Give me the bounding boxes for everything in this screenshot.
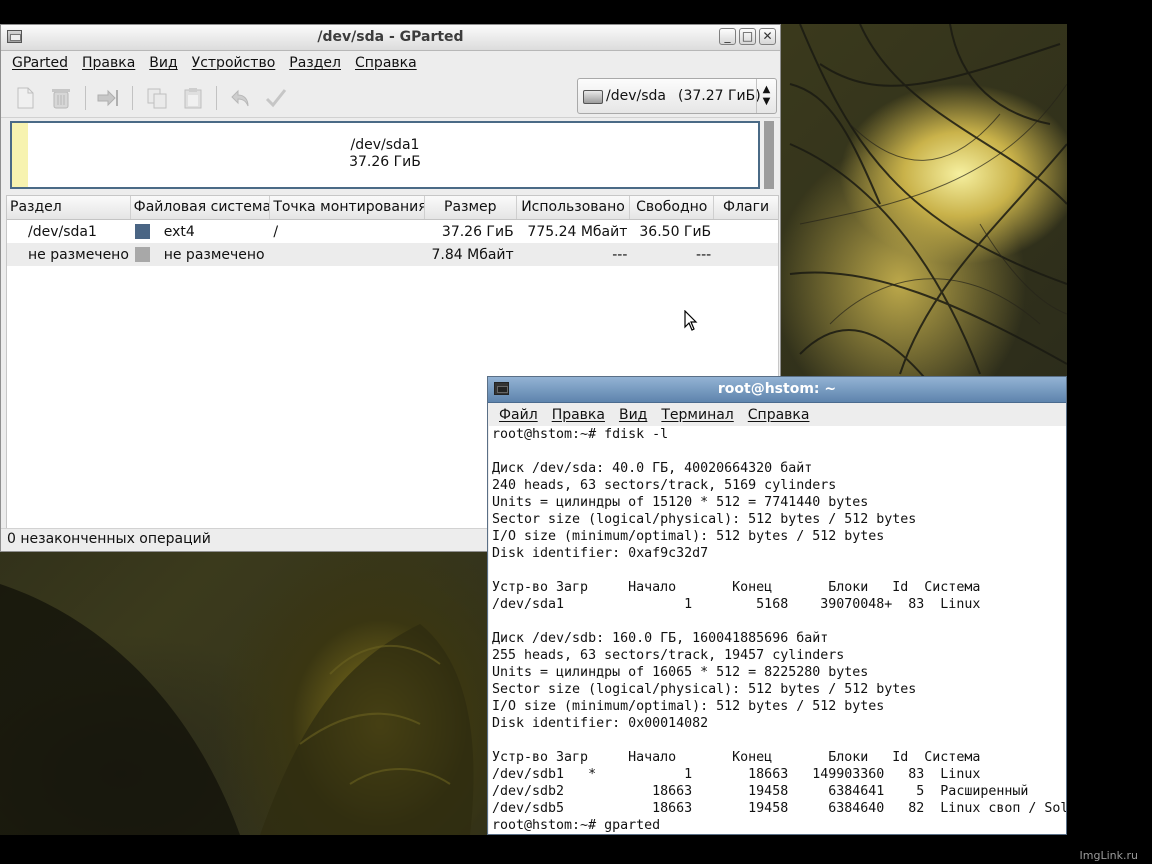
- terminal-line: Диск /dev/sdb: 160.0 ГБ, 160041885696 ба…: [492, 631, 829, 646]
- column-partition[interactable]: Раздел: [7, 196, 131, 219]
- device-selector[interactable]: /dev/sda (37.27 ГиБ) ▲ ▼: [577, 78, 777, 114]
- column-size[interactable]: Размер: [425, 196, 517, 219]
- menu-device[interactable]: Устройство: [192, 55, 276, 71]
- row-used: 775.24 Мбайт: [527, 223, 628, 240]
- toolbar-separator: [216, 86, 217, 110]
- gparted-toolbar: /dev/sda (37.27 ГиБ) ▲ ▼: [1, 75, 780, 118]
- terminal-line: I/O size (minimum/optimal): 512 bytes / …: [492, 529, 885, 544]
- terminal-line: /dev/sdb2 18663 19458 6384641 5 Расширен…: [492, 784, 1029, 799]
- menu-terminal[interactable]: Терминал: [661, 407, 733, 423]
- mouse-pointer-icon: [684, 310, 698, 331]
- menu-file[interactable]: Файл: [499, 407, 538, 423]
- terminal-menubar: Файл Правка Вид Терминал Справка: [488, 403, 1066, 427]
- menu-edit[interactable]: Правка: [82, 55, 135, 71]
- row-mountpoint: /: [273, 223, 279, 240]
- menu-partition[interactable]: Раздел: [289, 55, 341, 71]
- terminal-line: root@hstom:~# fdisk -l: [492, 427, 669, 442]
- watermark: ImgLink.ru: [1079, 849, 1138, 862]
- terminal-output[interactable]: root@hstom:~# fdisk -l Диск /dev/sda: 40…: [489, 426, 1066, 834]
- maximize-button[interactable]: □: [739, 28, 756, 45]
- terminal-line: Units = цилиндры of 15120 * 512 = 774144…: [492, 495, 869, 510]
- filesystem-color-swatch: [134, 223, 150, 239]
- partition-map-name: /dev/sda1: [350, 137, 420, 153]
- column-flags[interactable]: Флаги: [714, 196, 778, 219]
- terminal-line: 240 heads, 63 sectors/track, 5169 cylind…: [492, 478, 837, 493]
- updown-arrows-icon[interactable]: ▲ ▼: [756, 79, 776, 113]
- paste-icon[interactable]: [181, 86, 205, 110]
- toolbar-separator: [132, 86, 133, 110]
- terminal-title: root@hstom: ~: [717, 381, 837, 397]
- row-free: ---: [696, 246, 712, 263]
- filesystem-color-swatch: [134, 246, 150, 262]
- terminal-line: Units = цилиндры of 16065 * 512 = 822528…: [492, 665, 869, 680]
- undo-icon[interactable]: [229, 86, 253, 110]
- menu-view[interactable]: Вид: [149, 55, 177, 71]
- gparted-menubar: GParted Правка Вид Устройство Раздел Спр…: [1, 51, 780, 75]
- column-used[interactable]: Использовано: [517, 196, 631, 219]
- column-free[interactable]: Свободно: [630, 196, 715, 219]
- row-partition: /dev/sda1: [28, 223, 97, 240]
- terminal-line: Диск /dev/sda: 40.0 ГБ, 40020664320 байт: [492, 461, 813, 476]
- terminal-line: Disk identifier: 0xaf9c32d7: [492, 546, 709, 561]
- copy-icon[interactable]: [145, 86, 169, 110]
- close-button[interactable]: ✕: [759, 28, 776, 45]
- terminal-window: root@hstom: ~ Файл Правка Вид Терминал С…: [487, 376, 1067, 835]
- terminal-line: /dev/sdb1 * 1 18663 149903360 83 Linux: [492, 767, 981, 782]
- menu-gparted[interactable]: GParted: [12, 55, 68, 71]
- row-used: ---: [612, 246, 628, 263]
- table-row[interactable]: не размечено не размечено 7.84 Мбайт ---…: [7, 243, 778, 266]
- harddisk-icon: [583, 90, 603, 104]
- terminal-line: Sector size (logical/physical): 512 byte…: [492, 512, 917, 527]
- terminal-line: Disk identifier: 0x00014082: [492, 716, 709, 731]
- menu-help[interactable]: Справка: [748, 407, 810, 423]
- column-mountpoint[interactable]: Точка монтирования: [270, 196, 425, 219]
- table-header: Раздел Файловая система Точка монтирован…: [7, 196, 778, 220]
- disk-graphic[interactable]: /dev/sda1 37.26 ГиБ: [10, 121, 760, 189]
- row-free: 36.50 ГиБ: [639, 223, 712, 240]
- menu-edit[interactable]: Правка: [552, 407, 605, 423]
- gparted-titlebar[interactable]: /dev/sda - GParted _ □ ✕: [1, 25, 780, 51]
- row-filesystem: не размечено: [163, 246, 265, 263]
- apply-icon[interactable]: [264, 86, 288, 110]
- window-title: /dev/sda - GParted: [317, 29, 464, 45]
- toolbar-separator: [85, 86, 86, 110]
- row-partition: не размечено: [28, 246, 129, 263]
- menu-view[interactable]: Вид: [619, 407, 647, 423]
- row-size: 37.26 ГиБ: [441, 223, 514, 240]
- terminal-line: Sector size (logical/physical): 512 byte…: [492, 682, 917, 697]
- new-icon[interactable]: [13, 86, 37, 110]
- column-filesystem[interactable]: Файловая система: [131, 196, 271, 219]
- menu-help[interactable]: Справка: [355, 55, 417, 71]
- resize-move-icon[interactable]: [96, 86, 120, 110]
- minimize-button[interactable]: _: [719, 28, 736, 45]
- row-size: 7.84 Мбайт: [431, 246, 514, 263]
- terminal-line: Устр-во Загр Начало Конец Блоки Id Систе…: [492, 580, 981, 595]
- partition-map-size: 37.26 ГиБ: [349, 154, 421, 170]
- delete-icon[interactable]: [49, 86, 73, 110]
- terminal-line: Устр-во Загр Начало Конец Блоки Id Систе…: [492, 750, 981, 765]
- terminal-line: /dev/sdb5 18663 19458 6384640 82 Linux с…: [492, 801, 1066, 816]
- row-filesystem: ext4: [163, 223, 195, 240]
- device-name: /dev/sda: [606, 88, 666, 104]
- unallocated-map-block[interactable]: [764, 121, 774, 189]
- device-size: (37.27 ГиБ): [678, 88, 761, 104]
- terminal-line: I/O size (minimum/optimal): 512 bytes / …: [492, 699, 885, 714]
- terminal-titlebar[interactable]: root@hstom: ~: [488, 377, 1066, 403]
- terminal-line: 255 heads, 63 sectors/track, 19457 cylin…: [492, 648, 845, 663]
- terminal-line: /dev/sda1 1 5168 39070048+ 83 Linux: [492, 597, 981, 612]
- table-row[interactable]: /dev/sda1 ext4 / 37.26 ГиБ 775.24 Мбайт …: [7, 220, 778, 243]
- terminal-line: root@hstom:~# gparted: [492, 818, 661, 833]
